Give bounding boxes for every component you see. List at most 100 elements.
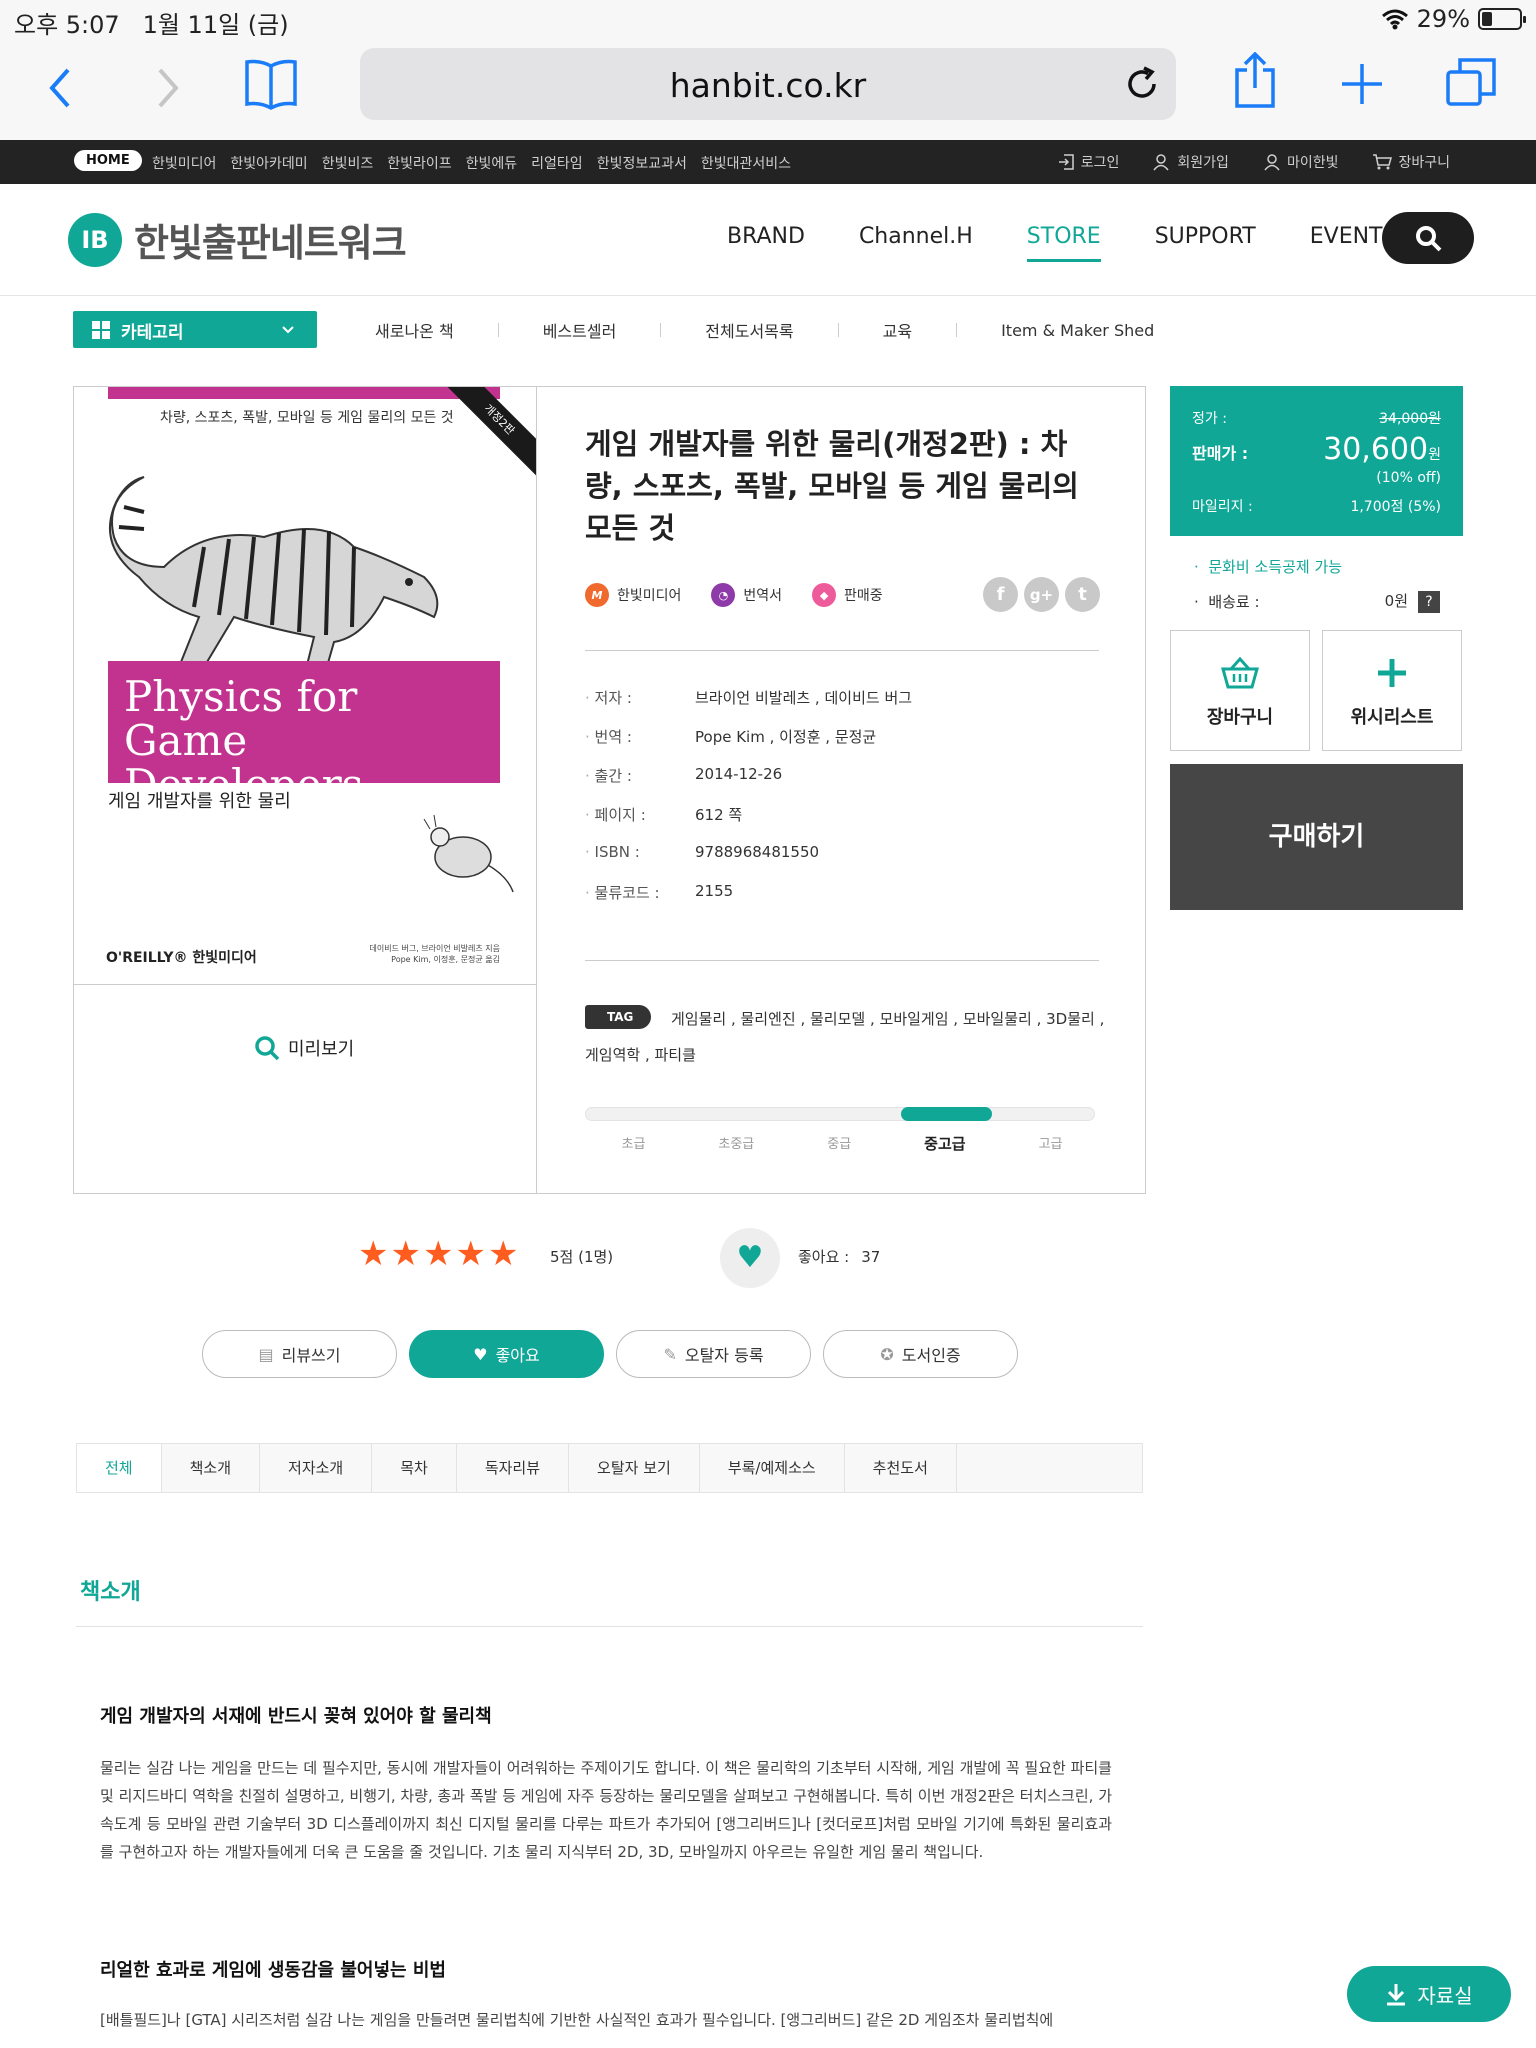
like-button[interactable]: ♥ 좋아요 [409, 1330, 604, 1378]
forward-icon[interactable] [156, 66, 180, 110]
wifi-icon [1381, 9, 1408, 30]
top-nav: HOME 한빛미디어 한빛아카데미 한빛비즈 한빛라이프 한빛에듀 리얼타임 한… [0, 140, 1536, 184]
tab-all[interactable]: 전체 [77, 1444, 162, 1492]
subnav-education[interactable]: 교육 [883, 318, 912, 342]
search-icon [255, 1036, 280, 1061]
book-badges: M 한빛미디어 ◔ 번역서 ◆ 판매중 [585, 583, 883, 607]
cover-korean-title: 게임 개발자를 위한 물리 [108, 791, 291, 812]
add-to-cart-button[interactable]: 장바구니 [1170, 630, 1310, 751]
subnav-bestseller[interactable]: 베스트셀러 [543, 318, 617, 342]
level-label: 초중급 [718, 1137, 755, 1152]
buy-button[interactable]: 구매하기 [1170, 764, 1463, 910]
preview-button[interactable]: 미리보기 [254, 1035, 354, 1061]
cart-icon [1373, 154, 1393, 170]
help-icon[interactable]: ? [1418, 591, 1440, 613]
report-typo-button[interactable]: ✎ 오탈자 등록 [616, 1330, 811, 1378]
nav-support[interactable]: SUPPORT [1155, 224, 1256, 262]
family-link[interactable]: 한빛비즈 [322, 153, 374, 173]
tab-book-intro[interactable]: 책소개 [162, 1444, 261, 1492]
tab-reviews[interactable]: 독자리뷰 [457, 1444, 570, 1492]
star-icon: ★ [390, 1234, 421, 1274]
status-bar: 오후 5:07 1월 11일 (금) 29% [0, 0, 1536, 40]
back-icon[interactable] [48, 66, 72, 110]
chevron-down-icon [282, 326, 294, 334]
signup-link[interactable]: 회원가입 [1153, 152, 1229, 172]
star-icon: ★ [487, 1234, 519, 1274]
cover-title: Physics for Game Developers [108, 661, 500, 807]
facebook-icon[interactable]: f [983, 577, 1018, 612]
heart-icon[interactable]: ♥ [720, 1228, 780, 1288]
product-box: 차량, 스포츠, 폭발, 모바일 등 게임 물리의 모든 것 개정2판 Phys… [73, 386, 1146, 1194]
nav-store[interactable]: STORE [1026, 224, 1101, 262]
tab-recommended[interactable]: 추천도서 [845, 1444, 957, 1492]
mileage-label: 마일리지 : [1192, 499, 1253, 515]
bookmarks-icon[interactable] [244, 58, 298, 110]
family-link[interactable]: 한빛에듀 [466, 153, 518, 173]
logo-text: 한빛출판네트워크 [134, 221, 407, 265]
heart-icon: ♥ [473, 1344, 488, 1364]
isbn-value: 9788968481550 [695, 843, 820, 861]
nav-channel-h[interactable]: Channel.H [859, 224, 973, 262]
wishlist-button[interactable]: 위시리스트 [1322, 630, 1462, 751]
mouse-illustration [423, 814, 514, 893]
subnav-new-books[interactable]: 새로나온 책 [375, 318, 454, 342]
detail-tabs: 전체 책소개 저자소개 목차 독자리뷰 오탈자 보기 부록/예제소스 추천도서 [76, 1443, 1143, 1493]
section-title: 책소개 [80, 1580, 141, 1605]
like-count: 좋아요 :37 [798, 1248, 881, 1266]
cover-authors: 데이비드 버그, 브라이언 비발레츠 지음 Pope Kim, 이정훈, 문정균 … [369, 944, 500, 964]
user-links: 로그인 회원가입 마이한빛 장바구니 [1057, 152, 1450, 172]
subnav-all-books[interactable]: 전체도서목록 [705, 318, 793, 342]
home-link[interactable]: HOME [74, 150, 142, 171]
user-icon [1264, 154, 1280, 171]
new-tab-icon[interactable] [1340, 62, 1384, 106]
logo-mark: IB [68, 212, 122, 267]
comment-icon: ▤ [258, 1344, 274, 1364]
detail-row: 출간 :2014-12-26 [585, 765, 912, 804]
tab-contents[interactable]: 목차 [372, 1444, 457, 1492]
family-link[interactable]: 한빛정보교과서 [597, 153, 687, 173]
write-review-button[interactable]: ▤ 리뷰쓰기 [202, 1330, 397, 1378]
subnav-maker-shed[interactable]: Item & Maker Shed [1001, 321, 1154, 340]
cover-pane: 차량, 스포츠, 폭발, 모바일 등 게임 물리의 모든 것 개정2판 Phys… [74, 387, 537, 1193]
tab-author-intro[interactable]: 저자소개 [260, 1444, 373, 1492]
translator-value[interactable]: Pope Kim , 이정훈 , 문정균 [695, 726, 876, 765]
family-link[interactable]: 리얼타임 [531, 153, 583, 173]
category-dropdown[interactable]: 카테고리 [73, 311, 317, 348]
book-certify-button[interactable]: ✪ 도서인증 [823, 1330, 1018, 1378]
tabs-icon[interactable] [1446, 58, 1496, 108]
detail-row: 페이지 :612 쪽 [585, 804, 912, 843]
difficulty-levels: 초급 초중급 중급 중고급 고급 [585, 1133, 1099, 1154]
preview-label: 미리보기 [288, 1039, 355, 1060]
tag-list[interactable]: 게임물리 , 물리엔진 , 물리모델 , 모바일게임 , 모바일물리 , 3D물… [585, 1001, 1105, 1073]
star-icon: ★ [358, 1234, 389, 1274]
family-link[interactable]: 한빛아카데미 [230, 153, 307, 173]
publisher-icon: M [585, 583, 609, 607]
nav-brand[interactable]: BRAND [727, 224, 805, 262]
tab-errata[interactable]: 오탈자 보기 [569, 1444, 700, 1492]
search-button[interactable] [1382, 212, 1474, 264]
twitter-icon[interactable]: t [1065, 577, 1100, 612]
book-title: 게임 개발자를 위한 물리(개정2판) : 차량, 스포츠, 폭발, 모바일 등… [585, 427, 1079, 545]
nav-event[interactable]: EVENT [1310, 224, 1383, 262]
star-icon: ★ [422, 1234, 454, 1274]
mypage-link[interactable]: 마이한빛 [1263, 152, 1338, 172]
family-link[interactable]: 한빛대관서비스 [701, 153, 791, 173]
star-icon: ★ [455, 1234, 486, 1274]
download-icon [1387, 1984, 1406, 2006]
book-cover[interactable]: 차량, 스포츠, 폭발, 모바일 등 게임 물리의 모든 것 개정2판 Phys… [74, 387, 536, 985]
family-link[interactable]: 한빛라이프 [387, 153, 451, 173]
url-bar[interactable]: hanbit.co.kr [360, 48, 1176, 120]
resources-button[interactable]: 자료실 [1347, 1966, 1511, 2022]
google-plus-icon[interactable]: g+ [1024, 577, 1059, 612]
login-link[interactable]: 로그인 [1057, 152, 1119, 172]
site-logo[interactable]: IB 한빛출판네트워크 [68, 212, 407, 267]
family-link[interactable]: 한빛미디어 [152, 153, 216, 173]
reload-icon[interactable] [1124, 66, 1160, 102]
site-header: IB 한빛출판네트워크 BRAND Channel.H STORE SUPPOR… [0, 184, 1536, 296]
share-icon[interactable] [1234, 52, 1276, 108]
list-price: 34,000원 [1379, 411, 1441, 427]
cart-link[interactable]: 장바구니 [1372, 152, 1450, 172]
author-value[interactable]: 브라이언 비발레츠 , 데이비드 버그 [695, 687, 912, 726]
tab-supplements[interactable]: 부록/예제소스 [700, 1444, 845, 1492]
category-label: 카테고리 [121, 323, 184, 343]
